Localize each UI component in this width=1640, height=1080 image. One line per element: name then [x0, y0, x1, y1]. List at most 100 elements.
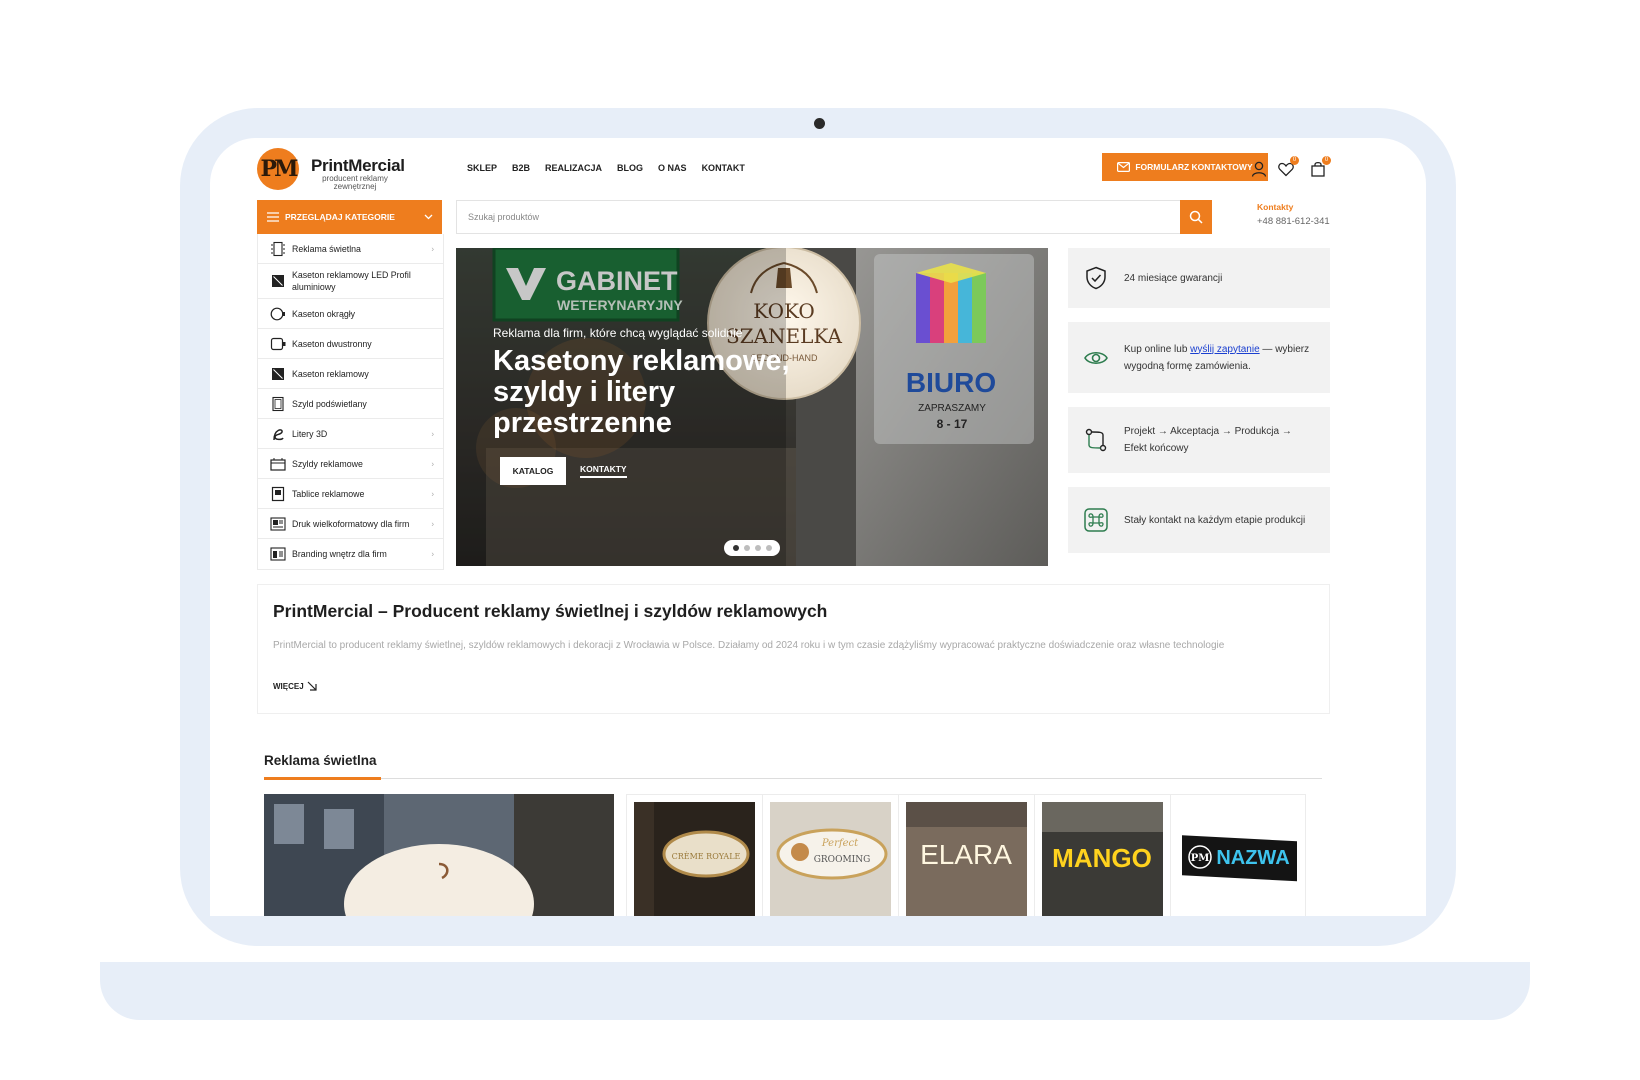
- slider-dot[interactable]: [754, 545, 761, 551]
- slider-dot[interactable]: [732, 545, 739, 551]
- product-sign-text: NAZWA: [1216, 847, 1289, 869]
- chevron-right-icon: ›: [431, 549, 434, 559]
- wishlist-icon[interactable]: 0: [1277, 156, 1299, 178]
- contacts-link[interactable]: KONTAKTY: [580, 464, 627, 478]
- about-text: PrintMercial to producent reklamy świetl…: [273, 640, 1225, 651]
- feature-text: 24 miesiące gwarancji: [1124, 272, 1223, 284]
- website-screen: PM PrintMercial producent reklamy zewnęt…: [210, 138, 1426, 916]
- category-item-kaseton-okragly[interactable]: Kaseton okrągły: [258, 299, 443, 329]
- hero-subtitle: Reklama dla firm, które chcą wyglądać so…: [493, 326, 743, 340]
- led-box-icon: [272, 275, 284, 287]
- feature-contact: Stały kontakt na każdym etapie produkcji: [1068, 487, 1330, 553]
- search-input[interactable]: Szukaj produktów: [456, 200, 1183, 234]
- product-sign-script: Perfect: [821, 838, 859, 849]
- command-icon: [1084, 508, 1108, 532]
- about-section: PrintMercial – Producent reklamy świetln…: [257, 584, 1330, 714]
- about-title: PrintMercial – Producent reklamy świetln…: [273, 601, 828, 621]
- product-card[interactable]: PM NAZWA: [1171, 795, 1306, 916]
- category-label: Kaseton dwustronny: [292, 338, 372, 349]
- product-card[interactable]: ELARA: [899, 795, 1035, 916]
- chevron-right-icon: ›: [431, 244, 434, 253]
- cart-icon[interactable]: 0: [1309, 156, 1331, 178]
- hero-title: Kasetony reklamowe, szyldy i litery prze…: [493, 345, 790, 439]
- mail-icon: [1117, 162, 1131, 172]
- product-sign-text: GROOMING: [814, 855, 871, 865]
- category-item-reklama-swietlna[interactable]: Reklama świetlna ›: [258, 234, 443, 264]
- product-sign-text: CRÈME ROYALE: [672, 852, 741, 861]
- board-icon: [271, 486, 285, 501]
- arrow-down-right-icon: [307, 681, 317, 691]
- light-ad-icon: [271, 241, 285, 256]
- contact-label[interactable]: Kontakty: [1257, 202, 1293, 212]
- catalog-button[interactable]: KATALOG: [500, 457, 566, 485]
- feature-text: Projekt → Akceptacja → Produkcja → Efekt…: [1124, 426, 1292, 454]
- contact-phone[interactable]: +48 881-612-341: [1257, 216, 1330, 227]
- category-item-druk-wielkoformatowy[interactable]: Druk wielkoformatowy dla firm ›: [258, 509, 443, 539]
- feature-warranty: 24 miesiące gwarancji: [1068, 248, 1330, 308]
- sign-zapraszamy: ZAPRASZAMY: [918, 403, 986, 414]
- nav-sklep[interactable]: SKLEP: [467, 163, 497, 173]
- feature-order: Kup online lub wyślij zapytanie — wybier…: [1068, 322, 1330, 393]
- section-accent: [264, 777, 381, 780]
- chevron-right-icon: ›: [431, 489, 434, 498]
- letters-3d-icon: [273, 428, 284, 440]
- category-item-kaseton-reklamowy[interactable]: Kaseton reklamowy: [258, 359, 443, 389]
- double-box-icon: [270, 337, 286, 350]
- backlit-sign-icon: [272, 396, 284, 411]
- print-icon: [270, 516, 286, 531]
- category-label: Kaseton reklamowy: [292, 368, 369, 379]
- category-label: Reklama świetlna: [292, 243, 361, 254]
- sign-biuro: BIURO: [906, 367, 996, 398]
- sign-icon: [270, 457, 286, 471]
- search-button[interactable]: [1180, 200, 1212, 234]
- category-item-litery-3d[interactable]: Litery 3D ›: [258, 419, 443, 449]
- send-inquiry-link[interactable]: wyślij zapytanie: [1190, 344, 1259, 355]
- nav-o-nas[interactable]: O NAS: [658, 163, 687, 173]
- box-icon: [272, 367, 284, 380]
- hero-slider[interactable]: GABINET WETERYNARYJNY KOKO SZANELKA SECO…: [456, 248, 1048, 566]
- nav-kontakt[interactable]: KONTAKT: [702, 163, 745, 173]
- logo-tagline: producent reklamy zewnętrznej: [322, 174, 388, 191]
- slider-dot[interactable]: [765, 545, 772, 551]
- category-label: Branding wnętrz dla firm: [292, 549, 387, 559]
- contact-form-button[interactable]: FORMULARZ KONTAKTOWY: [1102, 153, 1268, 181]
- contact-form-label: FORMULARZ KONTAKTOWY: [1135, 162, 1253, 172]
- sign-hours: 8 - 17: [937, 417, 968, 431]
- menu-icon: [267, 212, 279, 222]
- workflow-icon: [1085, 428, 1107, 452]
- branding-icon: [270, 547, 286, 561]
- nav-blog[interactable]: BLOG: [617, 163, 643, 173]
- category-item-szyldy-reklamowe[interactable]: Szyldy reklamowe ›: [258, 449, 443, 479]
- slider-dot[interactable]: [743, 545, 750, 551]
- more-link[interactable]: WIĘCEJ: [273, 681, 317, 691]
- eye-icon: [1084, 351, 1108, 364]
- category-item-tablice-reklamowe[interactable]: Tablice reklamowe ›: [258, 479, 443, 509]
- category-item-kaseton-led[interactable]: Kaseton reklamowy LED Profil aluminiowy: [258, 264, 443, 299]
- wishlist-count-badge: 0: [1290, 156, 1299, 165]
- featured-image[interactable]: [264, 794, 614, 916]
- browse-categories-button[interactable]: PRZEGLĄDAJ KATEGORIE: [257, 200, 442, 234]
- account-icon[interactable]: [1250, 160, 1268, 178]
- main-nav: SKLEP B2B REALIZACJA BLOG O NAS KONTAKT: [467, 163, 745, 173]
- category-label: Szyldy reklamowe: [292, 458, 363, 469]
- browse-categories-label: PRZEGLĄDAJ KATEGORIE: [285, 212, 395, 222]
- logo-mark[interactable]: PM: [257, 148, 299, 190]
- product-card[interactable]: CRÈME ROYALE: [627, 795, 763, 916]
- category-item-kaseton-dwustronny[interactable]: Kaseton dwustronny: [258, 329, 443, 359]
- category-item-szyld-podswietlany[interactable]: Szyld podświetlany: [258, 389, 443, 419]
- product-card[interactable]: Perfect GROOMING: [763, 795, 899, 916]
- logo-name[interactable]: PrintMercial: [311, 156, 405, 176]
- nav-b2b[interactable]: B2B: [512, 163, 530, 173]
- chevron-right-icon: ›: [431, 429, 434, 438]
- product-sign-text: ELARA: [920, 839, 1012, 870]
- feature-text: Kup online lub wyślij zapytanie — wybier…: [1124, 343, 1310, 372]
- category-label: Litery 3D: [292, 428, 328, 439]
- product-card[interactable]: MANGO: [1035, 795, 1171, 916]
- nav-realizacja[interactable]: REALIZACJA: [545, 163, 602, 173]
- category-item-branding-wnetrz[interactable]: Branding wnętrz dla firm ›: [258, 539, 443, 569]
- cart-count-badge: 0: [1322, 156, 1331, 165]
- laptop-base: [100, 962, 1530, 1020]
- slider-pagination: [724, 540, 780, 556]
- feature-process: Projekt → Akceptacja → Produkcja → Efekt…: [1068, 407, 1330, 473]
- section-title: Reklama świetlna: [264, 753, 377, 768]
